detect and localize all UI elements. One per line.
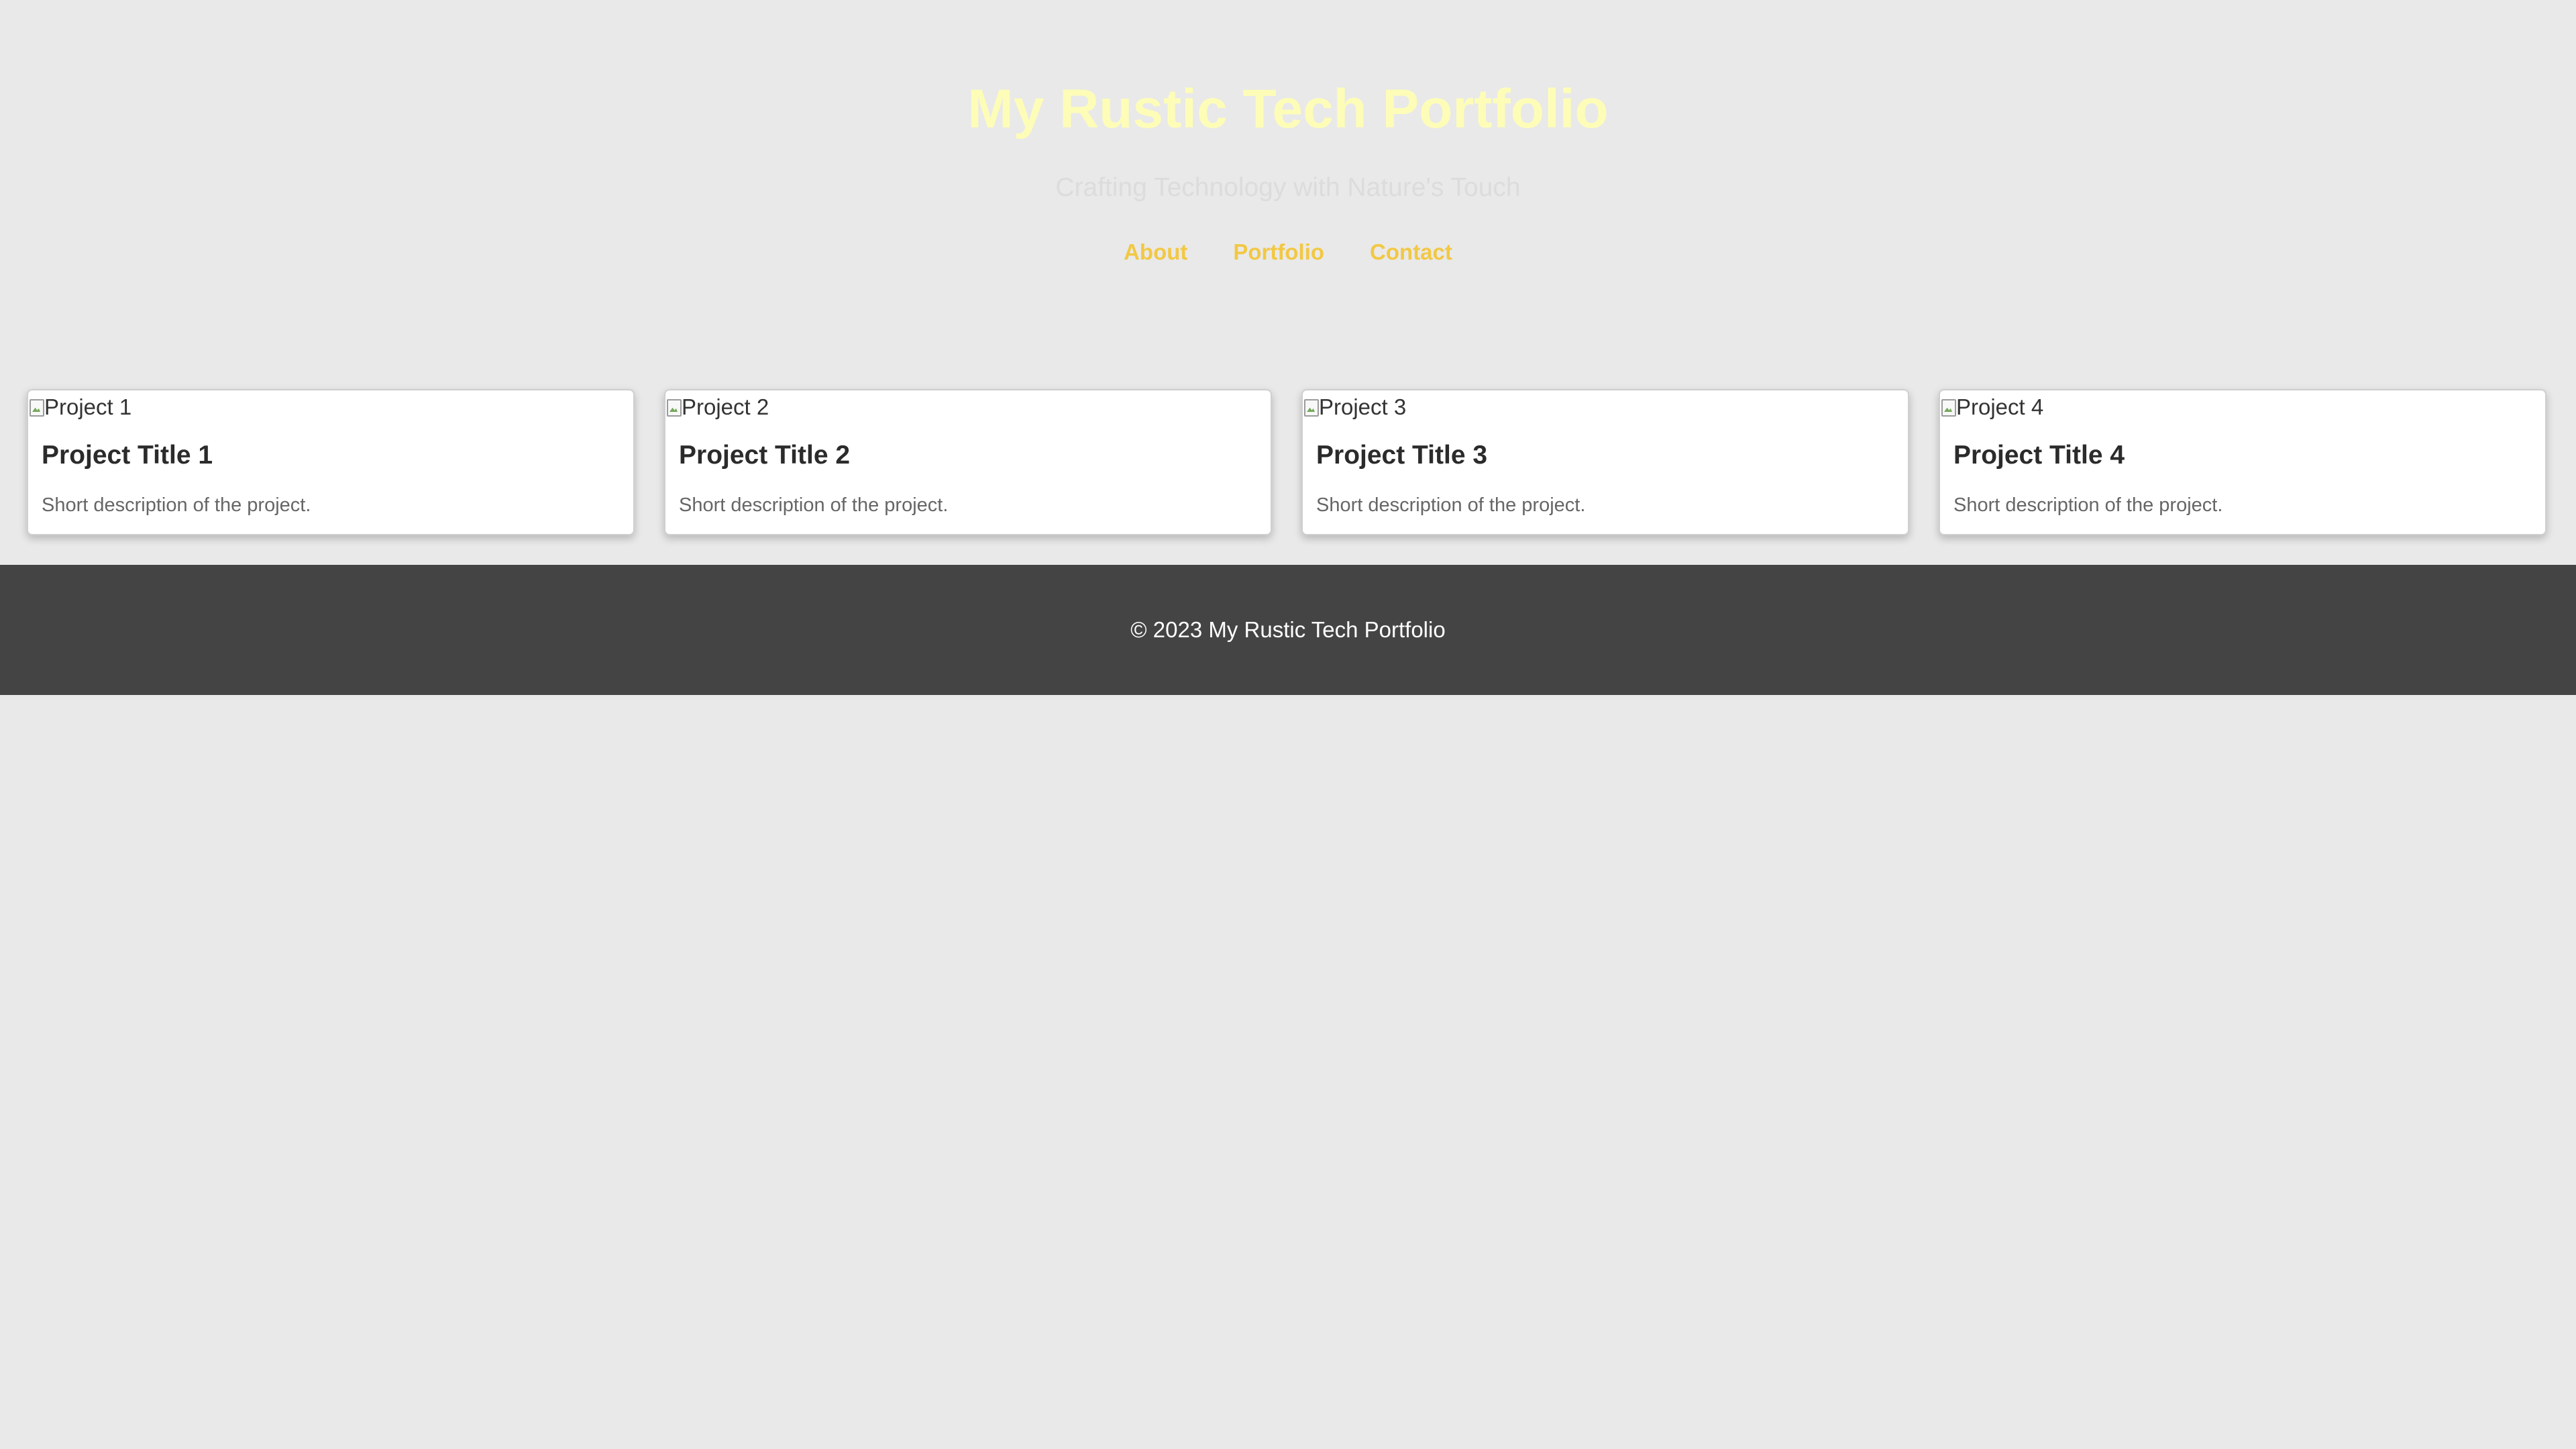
project-card-2[interactable]: Project 2 Project Title 2 Short descript…	[664, 389, 1272, 535]
project-description: Short description of the project.	[679, 494, 949, 516]
project-image-alt-text: Project 4	[1956, 394, 2044, 419]
project-title: Project Title 4	[1953, 441, 2125, 470]
main-navigation: About Portfolio Contact	[0, 233, 2576, 271]
broken-image-icon	[1303, 398, 1319, 417]
broken-image-icon	[1940, 398, 1956, 417]
project-card-3[interactable]: Project 3 Project Title 3 Short descript…	[1301, 389, 1909, 535]
project-image-3: Project 3	[1303, 392, 1406, 423]
site-subtitle: Crafting Technology with Nature's Touch	[1055, 173, 1521, 202]
broken-image-icon	[665, 398, 682, 417]
project-image-alt-text: Project 1	[44, 394, 132, 419]
project-image-4: Project 4	[1940, 392, 2043, 423]
project-card-1[interactable]: Project 1 Project Title 1 Short descript…	[27, 389, 635, 535]
project-image-alt-text: Project 2	[682, 394, 769, 419]
site-header: My Rustic Tech Portfolio Crafting Techno…	[0, 0, 2576, 335]
project-image-1: Project 1	[28, 392, 131, 423]
project-title: Project Title 1	[42, 441, 213, 470]
site-footer: © 2023 My Rustic Tech Portfolio	[0, 565, 2576, 695]
project-image-2: Project 2	[665, 392, 769, 423]
broken-image-icon	[28, 398, 44, 417]
nav-link-portfolio[interactable]: Portfolio	[1233, 233, 1324, 271]
project-description: Short description of the project.	[1953, 494, 2223, 516]
footer-copyright: © 2023 My Rustic Tech Portfolio	[1130, 617, 1446, 642]
project-card-4[interactable]: Project 4 Project Title 4 Short descript…	[1939, 389, 2546, 535]
nav-link-about[interactable]: About	[1124, 233, 1187, 271]
project-description: Short description of the project.	[42, 494, 311, 516]
project-title: Project Title 3	[1316, 441, 1488, 470]
project-title: Project Title 2	[679, 441, 851, 470]
projects-grid: Project 1 Project Title 1 Short descript…	[27, 389, 2549, 537]
project-image-alt-text: Project 3	[1319, 394, 1407, 419]
nav-link-contact[interactable]: Contact	[1370, 233, 1452, 271]
site-title: My Rustic Tech Portfolio	[967, 78, 1609, 140]
project-description: Short description of the project.	[1316, 494, 1586, 516]
